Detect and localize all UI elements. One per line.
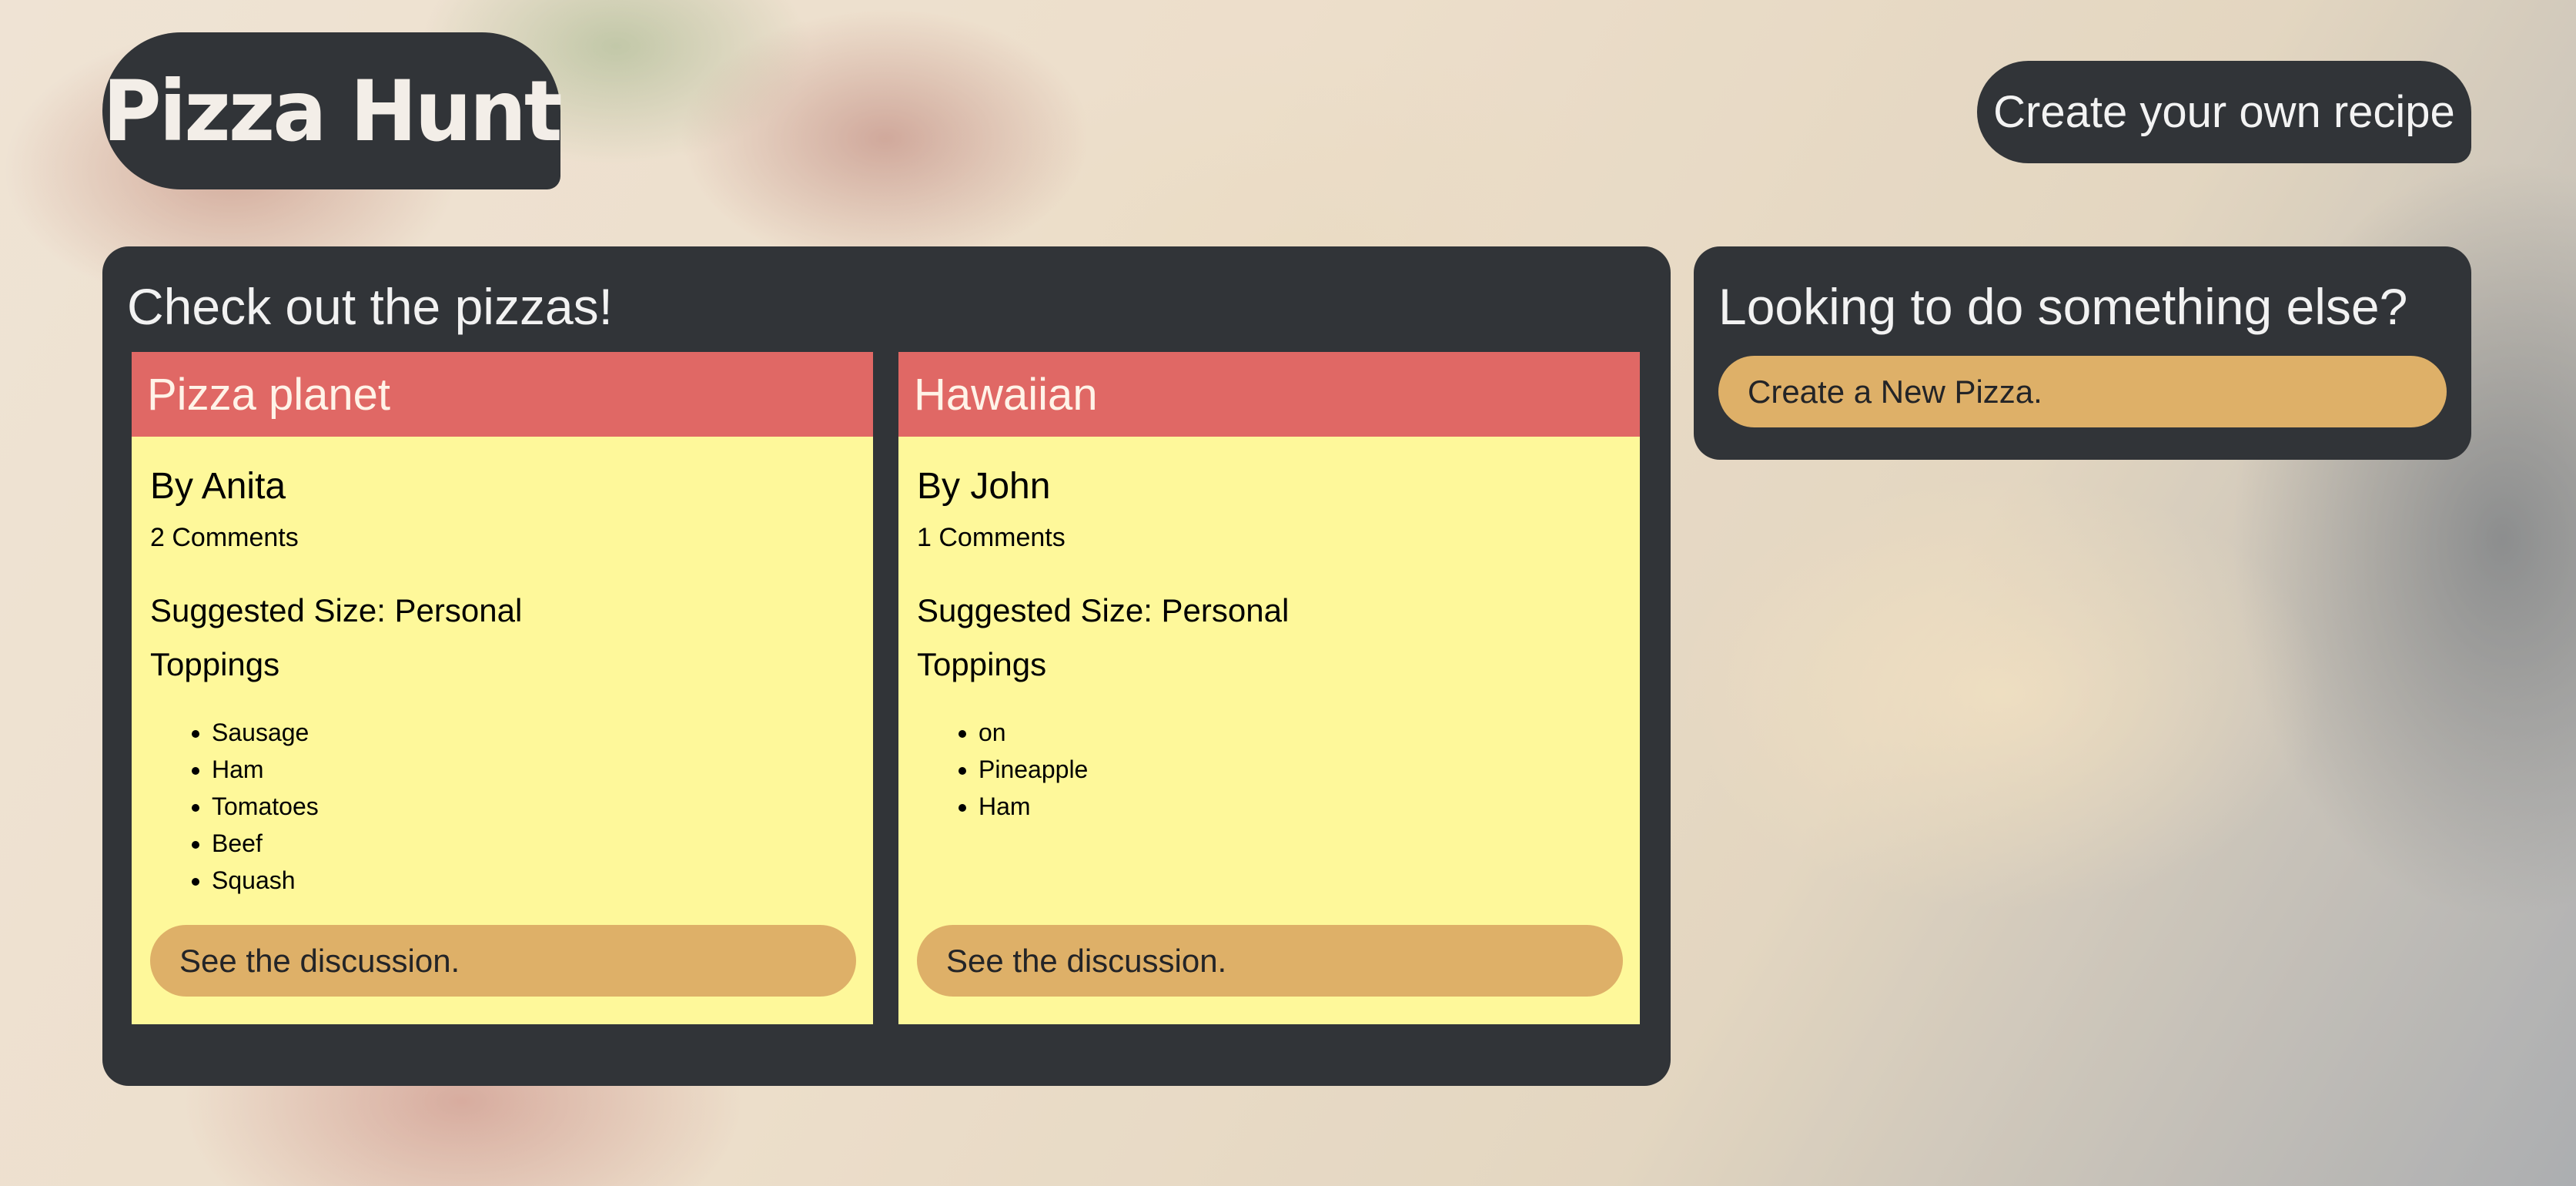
pizza-author: By Anita (150, 466, 286, 507)
topping-item: Sausage (212, 714, 319, 751)
topping-item: Squash (212, 862, 319, 899)
pizza-suggested-size: Suggested Size: Personal (150, 592, 523, 628)
pizzas-panel: Check out the pizzas! Pizza planet By An… (102, 246, 1671, 1086)
pizza-card-title[interactable]: Pizza planet (132, 352, 873, 437)
topping-item: Tomatoes (212, 788, 319, 825)
pizza-author: By John (917, 466, 1051, 507)
pizza-card: Pizza planet By Anita 2 Comments Suggest… (132, 352, 873, 1024)
site-logo[interactable]: Pizza Hunt (102, 32, 563, 189)
pizza-suggested-size: Suggested Size: Personal (917, 592, 1290, 628)
create-recipe-button[interactable]: Create your own recipe (1977, 61, 2471, 163)
toppings-list: Sausage Ham Tomatoes Beef Squash (150, 714, 319, 899)
create-new-pizza-button[interactable]: Create a New Pizza. (1718, 356, 2447, 427)
pizzas-panel-title: Check out the pizzas! (127, 278, 613, 335)
pizza-card: Hawaiian By John 1 Comments Suggested Si… (898, 352, 1640, 1024)
pizza-card-title[interactable]: Hawaiian (898, 352, 1640, 437)
topping-item: Pineapple (979, 751, 1088, 788)
pizza-comment-count: 2 Comments (150, 523, 299, 552)
topping-item: Ham (212, 751, 319, 788)
topping-item: Beef (212, 825, 319, 862)
toppings-label: Toppings (917, 646, 1047, 682)
side-panel: Looking to do something else? Create a N… (1694, 246, 2471, 460)
see-discussion-button[interactable]: See the discussion. (917, 925, 1623, 997)
toppings-label: Toppings (150, 646, 280, 682)
toppings-list: on Pineapple Ham (917, 714, 1088, 825)
logo-text: Pizza Hunt (102, 61, 562, 161)
topping-item: on (979, 714, 1088, 751)
see-discussion-button[interactable]: See the discussion. (150, 925, 856, 997)
topping-item: Ham (979, 788, 1088, 825)
pizza-comment-count: 1 Comments (917, 523, 1066, 552)
side-panel-title: Looking to do something else? (1718, 278, 2408, 335)
